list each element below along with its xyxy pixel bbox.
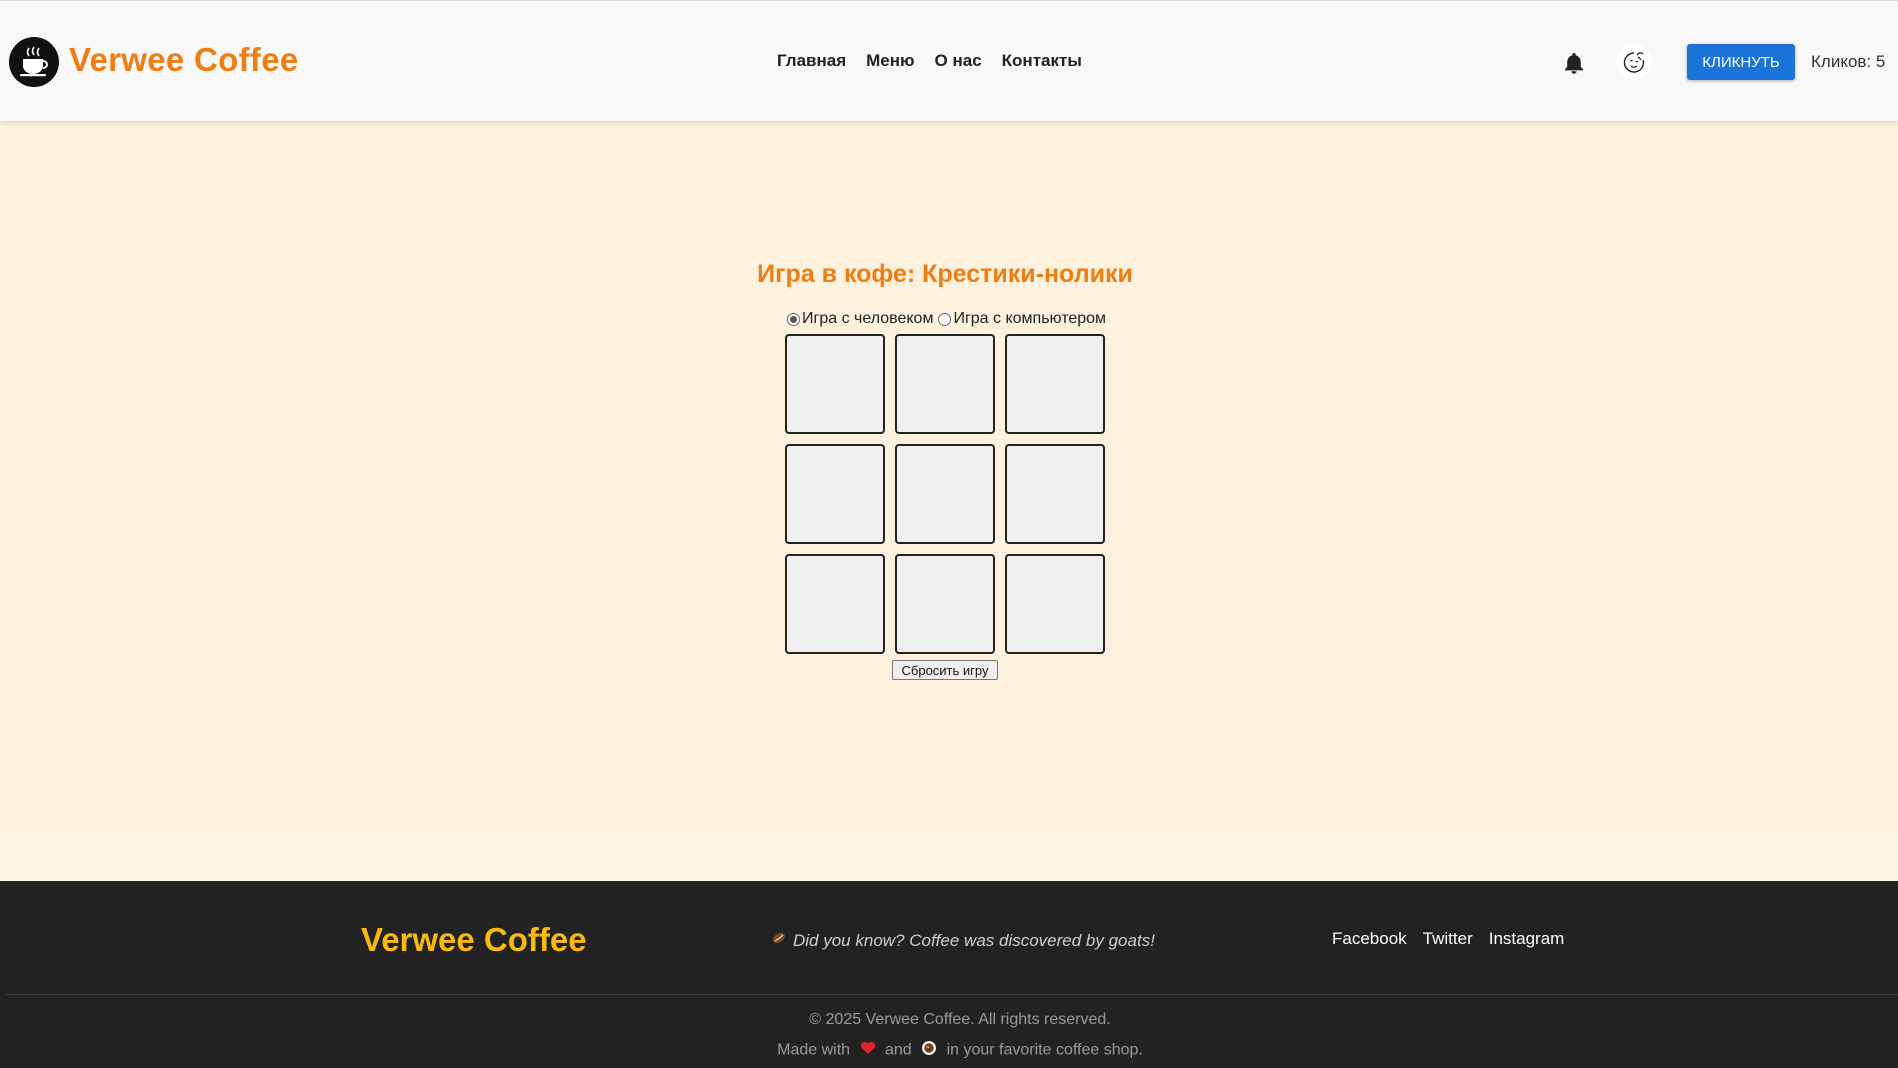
- game-board: [785, 334, 1105, 654]
- nav-item-menu[interactable]: Меню: [866, 51, 914, 71]
- made-with-prefix: Made with: [777, 1041, 851, 1059]
- mode-label-human: Игра с человеком: [802, 310, 934, 327]
- radio-computer[interactable]: [938, 312, 952, 326]
- nav-item-about[interactable]: О нас: [935, 51, 982, 71]
- board-cell-6[interactable]: [1005, 444, 1105, 544]
- coffee-fact-text: Did you know? Coffee was discovered by g…: [793, 930, 1155, 950]
- reset-game-button[interactable]: Сбросить игру: [892, 660, 998, 680]
- brand-name[interactable]: Verwee Coffee: [69, 41, 299, 79]
- board-cell-9[interactable]: [1005, 554, 1105, 654]
- coffee-bean-icon: [771, 930, 787, 951]
- game-title: Игра в кофе: Крестики-нолики: [757, 260, 1133, 288]
- board-cell-7[interactable]: [785, 554, 885, 654]
- social-link-twitter[interactable]: Twitter: [1423, 929, 1473, 949]
- avatar-icon[interactable]: [1616, 44, 1652, 80]
- coffee-fact: Did you know? Coffee was discovered by g…: [771, 930, 1155, 951]
- board-cell-2[interactable]: [895, 334, 995, 434]
- mode-option-human[interactable]: Игра с человеком: [786, 310, 933, 328]
- made-with-line: Made with and in your favorite coffee sh…: [0, 1040, 1898, 1061]
- site-header: Verwee Coffee Главная Меню О нас Контакт…: [0, 0, 1898, 121]
- click-counter: Кликов: 5: [1811, 52, 1886, 71]
- made-with-suffix: in your favorite coffee shop.: [946, 1041, 1143, 1059]
- social-link-facebook[interactable]: Facebook: [1332, 929, 1407, 949]
- nav-item-contacts[interactable]: Контакты: [1002, 51, 1082, 71]
- coffee-icon: [921, 1040, 937, 1061]
- board-cell-1[interactable]: [785, 334, 885, 434]
- click-button[interactable]: КЛИКНУТЬ: [1687, 44, 1795, 80]
- footer-divider: [6, 994, 1898, 995]
- game-mode-selector: Игра с человеком Игра с компьютером: [786, 310, 1106, 328]
- board-cell-5[interactable]: [895, 444, 995, 544]
- mode-option-computer[interactable]: Игра с компьютером: [937, 310, 1106, 328]
- made-with-middle: and: [884, 1041, 912, 1059]
- bell-icon[interactable]: [1563, 51, 1587, 75]
- footer-brand: Verwee Coffee: [361, 921, 587, 958]
- board-cell-3[interactable]: [1005, 334, 1105, 434]
- board-cell-8[interactable]: [895, 554, 995, 654]
- radio-human[interactable]: [787, 312, 800, 326]
- nav-item-home[interactable]: Главная: [777, 51, 846, 71]
- copyright-text: © 2025 Verwee Coffee. All rights reserve…: [809, 1011, 1111, 1028]
- mode-label-computer: Игра с компьютером: [953, 310, 1107, 327]
- content-bottom-strip: [0, 831, 1898, 881]
- social-links: Facebook Twitter Instagram: [1332, 929, 1564, 949]
- site-footer: Verwee Coffee Did you know? Coffee was d…: [0, 881, 1898, 1068]
- board-cell-4[interactable]: [785, 444, 885, 544]
- main-nav: Главная Меню О нас Контакты: [777, 51, 1082, 71]
- social-link-instagram[interactable]: Instagram: [1489, 929, 1565, 949]
- heart-icon: [860, 1041, 876, 1060]
- coffee-cup-logo-icon[interactable]: [9, 37, 59, 87]
